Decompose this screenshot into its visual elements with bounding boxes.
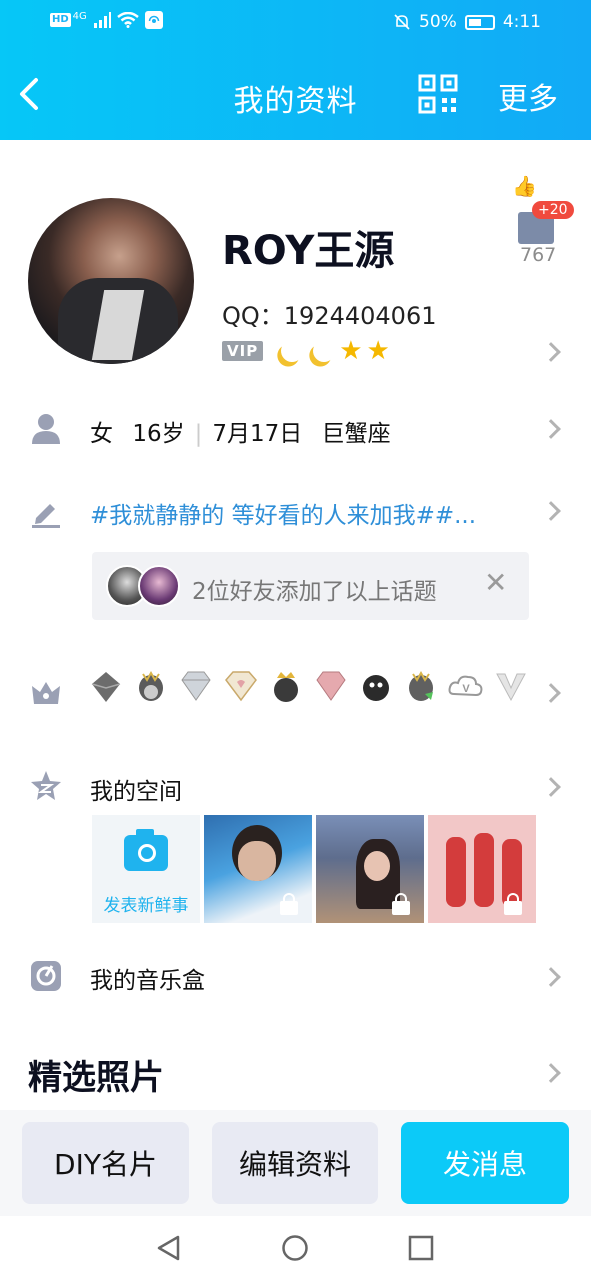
chevron-right-icon[interactable] [541, 342, 561, 362]
qzone-photo[interactable] [204, 815, 312, 923]
moon-icon [278, 337, 306, 365]
crown-gem-medal-icon [91, 672, 121, 702]
signal-icon [93, 12, 111, 28]
lock-icon [392, 893, 410, 915]
qr-code-icon[interactable] [418, 74, 458, 114]
chevron-right-icon[interactable] [541, 501, 561, 521]
lock-icon [280, 893, 298, 915]
chevron-right-icon[interactable] [541, 419, 561, 439]
pencil-icon [32, 504, 60, 528]
qzone-photo[interactable] [428, 815, 536, 923]
diamond-medal-icon [181, 671, 211, 701]
qq-penguin-medal-icon [139, 670, 163, 701]
svip-cloud-medal-icon: V [448, 675, 483, 697]
birthday: 7月17日 [212, 421, 303, 447]
featured-photos-title[interactable]: 精选照片 [28, 1050, 164, 1099]
nav-back-icon[interactable] [156, 1234, 182, 1262]
topic-notice-text: 2位好友添加了以上话题 [192, 579, 437, 605]
more-button[interactable]: 更多 [498, 74, 558, 118]
like-widget[interactable]: 👍 +20 767 [508, 174, 574, 269]
gold-diamond-medal-icon [225, 671, 257, 702]
signature-text[interactable]: #我就静静的 等好看的人来加我##... [90, 496, 500, 530]
music-box-icon [31, 961, 61, 991]
qq-number: QQ：1924404061 [222, 296, 436, 331]
thumbs-up-small-icon: 👍 [512, 174, 537, 198]
photo-face [364, 851, 390, 881]
moon-icon [310, 337, 338, 365]
qzone-label[interactable]: 我的空间 [90, 772, 182, 806]
diy-card-button[interactable]: DIY名片 [22, 1122, 189, 1204]
chevron-right-icon[interactable] [541, 683, 561, 703]
divider: | [194, 421, 203, 447]
pink-diamond-medal-icon [316, 671, 346, 701]
status-right: 50% 4:11 [393, 12, 541, 32]
crown-icon [32, 682, 60, 704]
chevron-right-icon[interactable] [541, 967, 561, 987]
black-penguin-medal-icon [363, 675, 389, 701]
bottom-action-bar: DIY名片 编辑资料 发消息 [0, 1110, 591, 1216]
send-message-button[interactable]: 发消息 [401, 1122, 569, 1204]
nav-bar: 我的资料 更多 [0, 60, 591, 126]
friend-avatar [138, 565, 180, 607]
qzone-star-icon [31, 771, 61, 800]
battery-icon [464, 14, 495, 30]
close-icon[interactable]: ✕ [484, 566, 507, 599]
vip-badge: VIP [222, 341, 264, 361]
person-icon [32, 414, 60, 444]
photo-figure [446, 837, 466, 907]
gender: 女 [90, 421, 113, 447]
zodiac: 巨蟹座 [321, 421, 391, 447]
qzone-photo[interactable] [316, 815, 424, 923]
chevron-right-icon[interactable] [541, 1063, 561, 1083]
basic-info-row[interactable]: 女 16岁 | 7月17日 巨蟹座 [90, 414, 391, 448]
post-update-label: 发表新鲜事 [103, 896, 189, 916]
topic-notice[interactable]: 2位好友添加了以上话题 ✕ [92, 552, 529, 620]
qzone-photo-strip: 发表新鲜事 [92, 815, 536, 923]
age: 16岁 [132, 421, 185, 447]
qq-value: 1924404061 [283, 302, 437, 330]
status-left: HD 4G [50, 11, 163, 29]
star-icon: ★ [366, 336, 390, 366]
qq-label: QQ： [222, 302, 284, 330]
hd-badge: HD [50, 13, 71, 27]
chevron-right-icon[interactable] [541, 777, 561, 797]
star-icon: ★ [339, 336, 363, 366]
svg-text:V: V [462, 683, 470, 695]
post-update-button[interactable]: 发表新鲜事 [92, 815, 200, 923]
system-nav-bar [0, 1216, 591, 1280]
network-label: 4G [72, 10, 87, 22]
wifi-icon [117, 12, 139, 28]
green-penguin-medal-icon [409, 670, 433, 701]
edit-profile-button[interactable]: 编辑资料 [212, 1122, 378, 1204]
avatar[interactable] [28, 198, 194, 364]
level-badges[interactable]: VIP ★ ★ [222, 336, 390, 366]
mute-icon [394, 14, 410, 30]
medal-wall[interactable]: V [88, 668, 534, 708]
new-likes-badge: +20 [532, 201, 574, 219]
music-box-label[interactable]: 我的音乐盒 [90, 961, 205, 995]
nav-home-icon[interactable] [281, 1234, 309, 1262]
hotspot-icon [144, 11, 163, 29]
v-medal-icon [496, 673, 526, 702]
photo-figure [474, 833, 494, 907]
crown-penguin-medal-icon [274, 672, 298, 702]
profile-name: ROY王源 [222, 228, 395, 274]
status-bar: HD 4G 50% 4:11 [0, 0, 591, 44]
nav-recents-icon[interactable] [408, 1235, 434, 1261]
photo-face [238, 841, 276, 881]
lock-icon [504, 893, 522, 915]
header-bar: HD 4G 50% 4:11 我的资料 更多 [0, 0, 591, 140]
camera-icon [124, 829, 168, 871]
battery-percent: 50% [419, 12, 457, 32]
like-count: 767 [520, 244, 557, 266]
clock: 4:11 [502, 12, 541, 32]
